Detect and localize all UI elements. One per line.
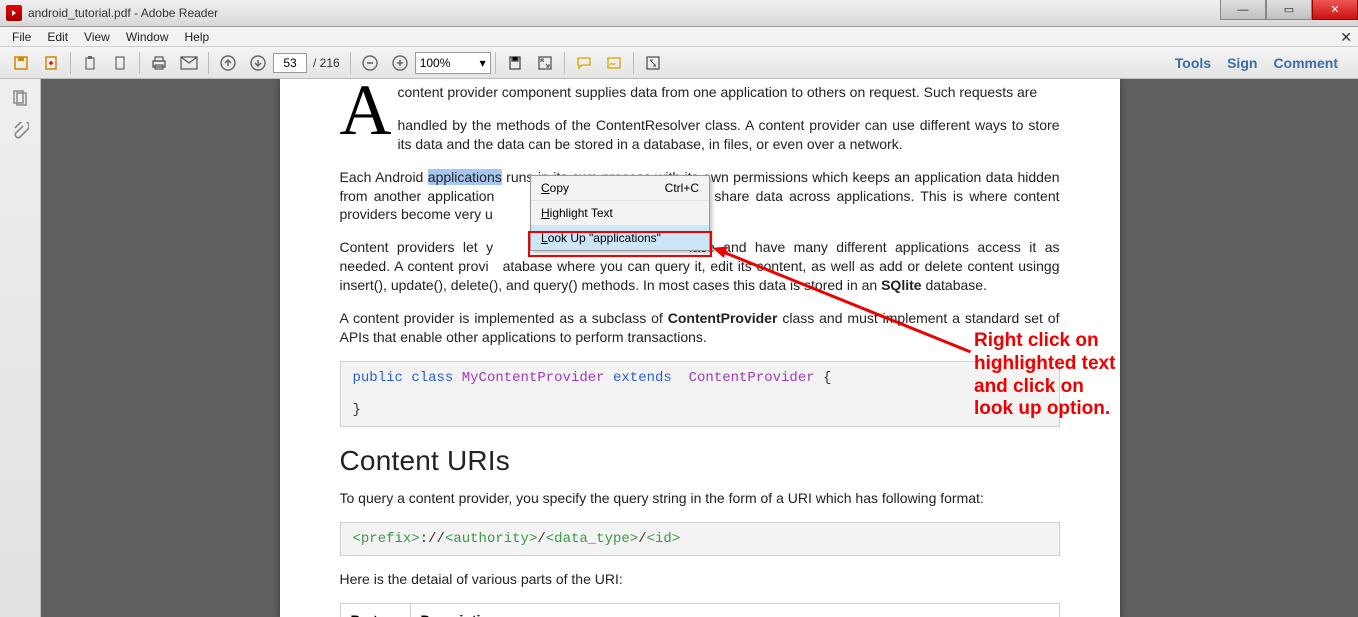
drop-cap: A — [340, 79, 392, 141]
paragraph-text: A content provider is implemented as a s… — [340, 309, 1060, 347]
page-count-label: / 216 — [313, 56, 340, 70]
prev-page-icon[interactable] — [214, 50, 242, 76]
menu-help[interactable]: Help — [177, 28, 218, 46]
zoom-select[interactable]: 100%▾ — [415, 52, 491, 74]
annotation-text: Right click on highlighted text and clic… — [974, 330, 1115, 421]
uri-table: Part Description prefix This is always s… — [340, 603, 1060, 617]
convert-pdf-icon[interactable] — [37, 50, 65, 76]
app-icon — [6, 5, 22, 21]
section-heading: Content URIs — [340, 445, 1060, 477]
next-page-icon[interactable] — [244, 50, 272, 76]
side-panel — [0, 79, 41, 617]
window-title: android_tutorial.pdf - Adobe Reader — [28, 6, 218, 20]
page-icon[interactable] — [106, 50, 134, 76]
paragraph-text: handled by the methods of the ContentRes… — [340, 116, 1060, 154]
table-header: Description — [410, 603, 1059, 617]
comment-action[interactable]: Comment — [1273, 55, 1338, 71]
toolbar: / 216 100%▾ Tools Sign Comment — [0, 47, 1358, 79]
code-block: public class MyContentProvider extends C… — [340, 361, 1060, 427]
tools-action[interactable]: Tools — [1175, 55, 1211, 71]
paragraph-text: content provider component supplies data… — [340, 79, 1060, 102]
sign-action[interactable]: Sign — [1227, 55, 1257, 71]
zoom-out-icon[interactable] — [356, 50, 384, 76]
zoom-in-icon[interactable] — [386, 50, 414, 76]
table-header: Part — [340, 603, 410, 617]
context-highlight-text[interactable]: Highlight Text — [531, 200, 709, 225]
attachments-tab-icon[interactable] — [9, 121, 31, 143]
menu-window[interactable]: Window — [118, 28, 177, 46]
paragraph-text: To query a content provider, you specify… — [340, 489, 1060, 508]
save-icon[interactable] — [7, 50, 35, 76]
menu-file[interactable]: File — [4, 28, 39, 46]
read-mode-icon[interactable] — [639, 50, 667, 76]
window-titlebar: android_tutorial.pdf - Adobe Reader — ▭ … — [0, 0, 1358, 27]
context-copy[interactable]: Copy Ctrl+C — [531, 176, 709, 200]
close-button[interactable]: ✕ — [1312, 0, 1358, 20]
fit-page-icon[interactable] — [531, 50, 559, 76]
chevron-down-icon: ▾ — [480, 56, 486, 70]
context-look-up[interactable]: Look Up "applications" — [531, 225, 709, 250]
save-copy-icon[interactable] — [501, 50, 529, 76]
minimize-button[interactable]: — — [1220, 0, 1266, 20]
current-page-input[interactable] — [273, 53, 307, 73]
menu-view[interactable]: View — [76, 28, 118, 46]
comment-icon[interactable] — [570, 50, 598, 76]
menubar: File Edit View Window Help — [0, 27, 1358, 47]
paragraph-text: Here is the detaial of various parts of … — [340, 570, 1060, 589]
workspace: A content provider component supplies da… — [0, 79, 1358, 617]
clipboard-icon[interactable] — [76, 50, 104, 76]
context-menu: Copy Ctrl+C Highlight Text Look Up "appl… — [530, 175, 710, 251]
sign-icon[interactable] — [600, 50, 628, 76]
email-icon[interactable] — [175, 50, 203, 76]
highlighted-selection[interactable]: applications — [428, 169, 502, 185]
code-block: <prefix>://<authority>/<data_type>/<id> — [340, 522, 1060, 556]
print-icon[interactable] — [145, 50, 173, 76]
shortcut-label: Ctrl+C — [665, 181, 699, 195]
thumbnails-tab-icon[interactable] — [9, 87, 31, 109]
secondary-close-icon[interactable]: ✕ — [1340, 29, 1352, 46]
menu-edit[interactable]: Edit — [39, 28, 76, 46]
maximize-button[interactable]: ▭ — [1266, 0, 1312, 20]
document-area[interactable]: A content provider component supplies da… — [41, 79, 1358, 617]
